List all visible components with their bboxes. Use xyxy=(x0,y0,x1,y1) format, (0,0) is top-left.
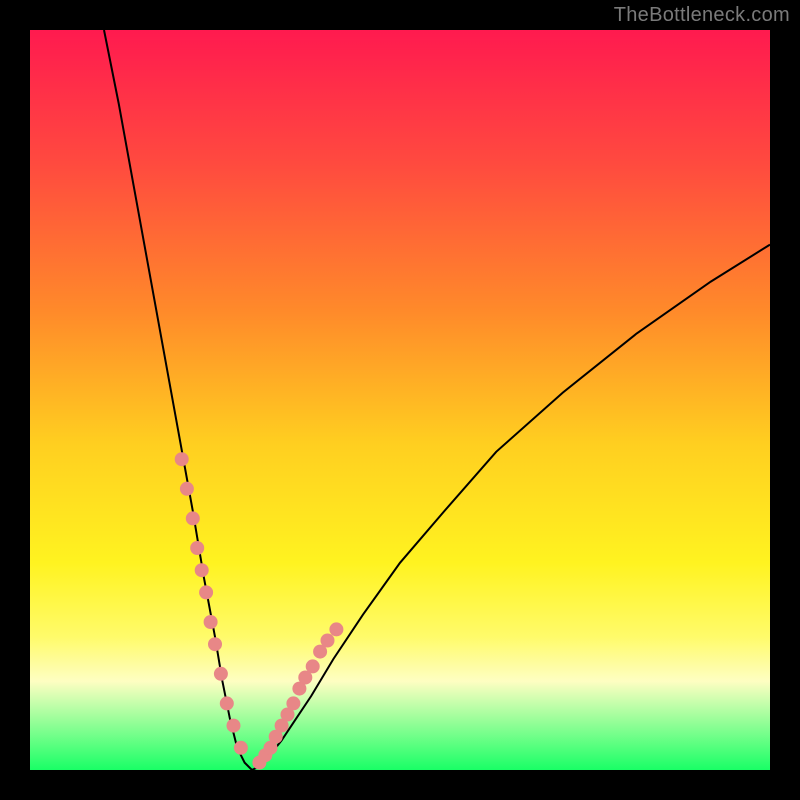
highlight-dot xyxy=(204,615,218,629)
highlight-dot xyxy=(208,637,222,651)
highlight-dot xyxy=(186,511,200,525)
plot-area xyxy=(30,30,770,770)
bottleneck-curve-svg xyxy=(30,30,770,770)
highlight-dot xyxy=(199,585,213,599)
highlight-dot xyxy=(220,696,234,710)
highlight-dot xyxy=(227,719,241,733)
watermark-text: TheBottleneck.com xyxy=(614,4,790,27)
highlight-dot xyxy=(190,541,204,555)
highlight-dots-right xyxy=(252,622,343,769)
highlight-dot xyxy=(306,659,320,673)
curve-line xyxy=(104,30,770,770)
highlight-dot xyxy=(321,634,335,648)
highlight-dot xyxy=(286,696,300,710)
chart-frame: TheBottleneck.com xyxy=(0,0,800,800)
highlight-dots-left xyxy=(175,452,248,755)
highlight-dot xyxy=(195,563,209,577)
highlight-dot xyxy=(214,667,228,681)
highlight-dot xyxy=(180,482,194,496)
highlight-dot xyxy=(329,622,343,636)
highlight-dot xyxy=(175,452,189,466)
highlight-dot xyxy=(234,741,248,755)
curve-path xyxy=(104,30,770,770)
